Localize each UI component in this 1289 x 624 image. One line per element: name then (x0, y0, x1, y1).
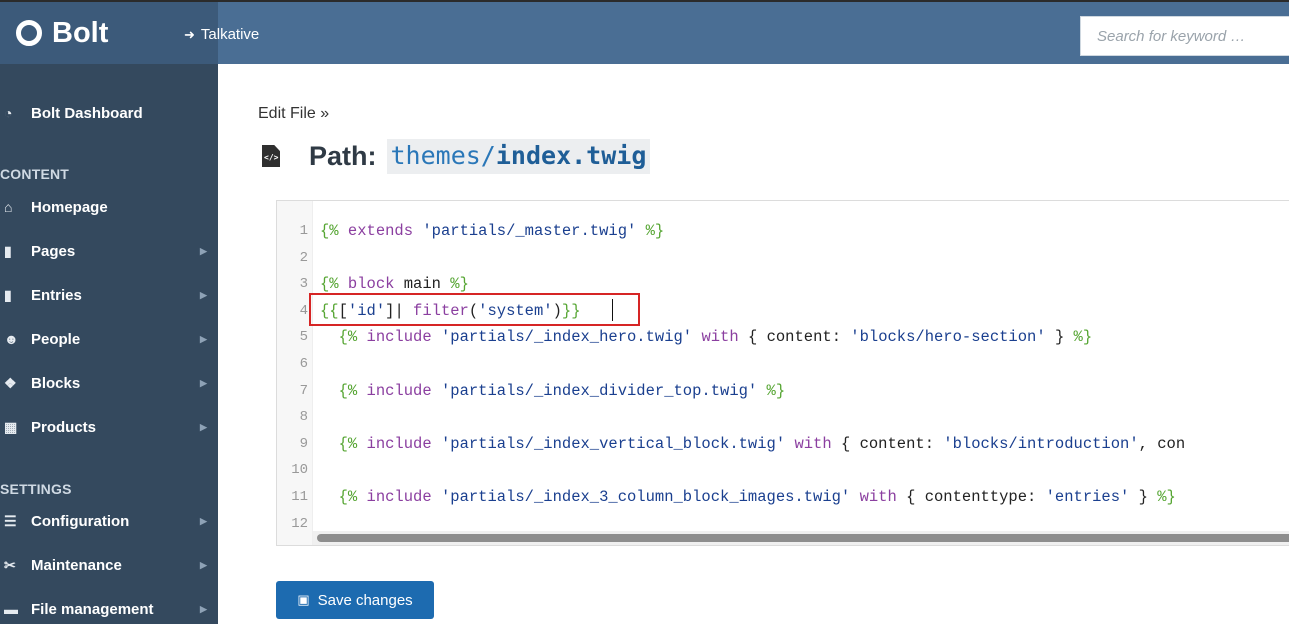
path-file: index.twig (495, 140, 647, 170)
sidebar-item-label: Blocks (31, 374, 81, 392)
chevron-right-icon: ▶ (200, 377, 207, 388)
chevron-right-icon: ▶ (200, 289, 207, 300)
line-number: 8 (299, 409, 308, 426)
horizontal-scrollbar[interactable] (313, 531, 1289, 545)
entries-icon: ▮ (4, 286, 12, 303)
chevron-right-icon: ▶ (200, 333, 207, 344)
code-line[interactable]: 11 {% include 'partials/_index_3_column_… (277, 484, 1289, 510)
file-code-icon: </> (262, 145, 280, 167)
sliders-icon: ☰ (4, 512, 17, 529)
view-site-link[interactable]: ➜ Talkative (184, 26, 259, 43)
line-number: 10 (291, 462, 308, 479)
line-number: 1 (299, 223, 308, 239)
sidebar-heading-content: CONTENT (0, 166, 70, 182)
sidebar-item-configuration[interactable]: ☰ Configuration ▶ (0, 506, 218, 536)
line-number: 4 (299, 302, 308, 319)
breadcrumb: Edit File » (258, 105, 330, 122)
sidebar-item-label: Configuration (31, 512, 130, 530)
code-line[interactable]: 9 {% include 'partials/_index_vertical_b… (277, 431, 1289, 457)
sign-out-icon: ➜ (184, 26, 195, 42)
code-line[interactable]: 7 {% include 'partials/_index_divider_to… (277, 378, 1289, 404)
code-text: {{['id']| filter('system')}} (320, 301, 581, 320)
code-text: {% block main %} (320, 275, 469, 294)
code-line[interactable]: 5 {% include 'partials/_index_hero.twig'… (277, 324, 1289, 350)
chevron-right-icon: ▶ (200, 421, 207, 432)
chevron-right-icon: ▶ (200, 559, 207, 570)
code-line[interactable]: 1 {% extends 'partials/_master.twig' %} (277, 218, 1289, 244)
sidebar-heading-settings: SETTINGS (0, 481, 72, 497)
page-title: </> Path: themes/index.twig (262, 136, 651, 176)
code-text: {% include 'partials/_index_hero.twig' w… (338, 328, 1093, 347)
sidebar-item-dashboard[interactable]: ◔ Bolt Dashboard (0, 98, 218, 128)
tools-icon: ✂ (4, 556, 16, 573)
sidebar-item-pages[interactable]: ▮ Pages ▶ (0, 236, 218, 266)
line-number: 7 (299, 382, 308, 399)
save-changes-button[interactable]: ▣ Save changes (276, 581, 434, 619)
chevron-right-icon: ▶ (200, 603, 207, 614)
line-number: 12 (291, 515, 308, 532)
sidebar-item-people[interactable]: ☻ People ▶ (0, 324, 218, 354)
sidebar-item-label: Maintenance (31, 556, 122, 574)
chevron-right-icon: ▶ (200, 515, 207, 526)
sidebar: ◔ Bolt Dashboard CONTENT ⌂ Homepage ▮ Pa… (0, 64, 218, 624)
scrollbar-thumb[interactable] (317, 534, 1289, 542)
code-text: {% include 'partials/_index_3_column_blo… (338, 488, 1176, 506)
sidebar-item-label: Entries (31, 286, 82, 304)
dashboard-icon: ◔ (4, 105, 13, 121)
sidebar-item-label: File management (31, 600, 154, 618)
code-line[interactable]: 6 (277, 351, 1289, 377)
pages-icon: ▮ (4, 242, 12, 259)
code-text: {% extends 'partials/_master.twig' %} (320, 222, 665, 240)
sidebar-item-file-management[interactable]: ▬ File management ▶ (0, 594, 218, 624)
folder-icon: ▬ (4, 601, 18, 617)
path-label: Path: (309, 140, 377, 171)
blocks-icon: ❖ (4, 374, 17, 391)
code-line[interactable]: 8 (277, 404, 1289, 430)
code-line[interactable]: 10 (277, 457, 1289, 483)
sidebar-item-label: Bolt Dashboard (31, 104, 143, 122)
code-text: {% include 'partials/_index_vertical_blo… (338, 434, 1186, 453)
line-number: 5 (299, 329, 308, 346)
code-line[interactable]: 2 (277, 245, 1289, 271)
code-text: {% include 'partials/_index_divider_top.… (338, 381, 786, 400)
sidebar-item-label: People (31, 330, 81, 348)
sidebar-item-homepage[interactable]: ⌂ Homepage (0, 192, 218, 222)
text-cursor (612, 299, 613, 321)
save-button-label: Save changes (317, 591, 413, 609)
code-line[interactable]: 3 {% block main %} (277, 271, 1289, 297)
products-icon: ▦ (4, 418, 18, 435)
sidebar-item-label: Pages (31, 242, 76, 260)
sidebar-item-products[interactable]: ▦ Products ▶ (0, 412, 218, 442)
sidebar-item-label: Products (31, 418, 97, 436)
line-number: 6 (299, 356, 308, 372)
chevron-right-icon: ▶ (200, 245, 207, 256)
people-icon: ☻ (4, 331, 19, 347)
search-input[interactable] (1080, 16, 1289, 56)
home-icon: ⌂ (4, 199, 13, 215)
path-value: themes/index.twig (386, 138, 651, 174)
line-number: 11 (291, 489, 308, 505)
sidebar-item-maintenance[interactable]: ✂ Maintenance ▶ (0, 550, 218, 580)
line-number: 3 (299, 276, 308, 293)
top-bar: Bolt ➜ Talkative (0, 0, 1289, 64)
brand-name: Bolt (52, 16, 109, 49)
bolt-logo-icon (16, 20, 42, 46)
line-number: 2 (299, 249, 308, 266)
code-editor[interactable]: 1 {% extends 'partials/_master.twig' %} 2 3… (276, 200, 1289, 546)
site-link-label: Talkative (200, 26, 260, 43)
sidebar-item-blocks[interactable]: ❖ Blocks ▶ (0, 368, 218, 398)
sidebar-item-label: Homepage (31, 198, 108, 216)
code-line[interactable]: 4 {{['id']| filter('system')}} (277, 298, 1289, 324)
path-dir: themes/ (390, 140, 496, 170)
sidebar-item-entries[interactable]: ▮ Entries ▶ (0, 280, 218, 310)
line-number: 9 (299, 435, 308, 452)
save-icon: ▣ (297, 592, 310, 607)
